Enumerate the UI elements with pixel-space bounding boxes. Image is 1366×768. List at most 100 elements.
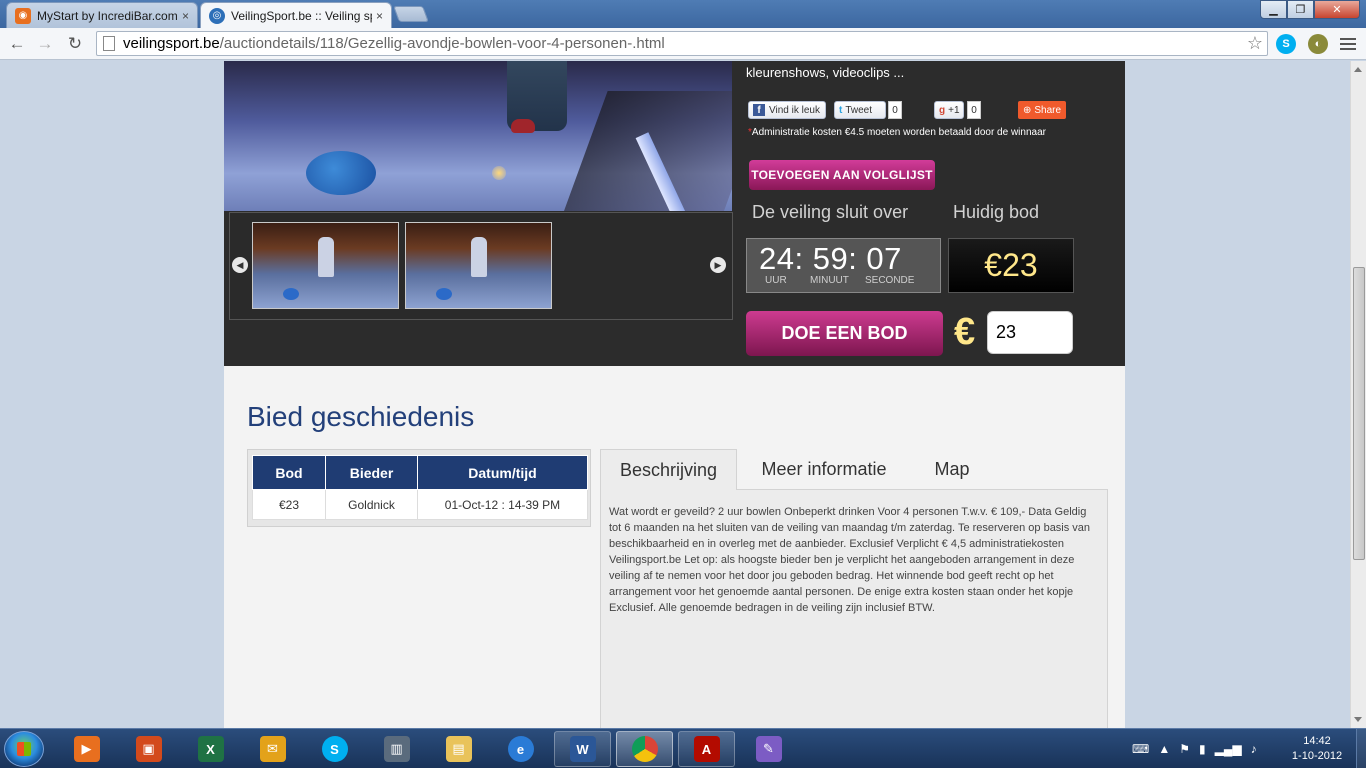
scroll-up-icon[interactable] <box>1354 67 1362 72</box>
tweet-button[interactable]: t Tweet <box>834 101 886 119</box>
thumbnail-image[interactable] <box>405 222 552 309</box>
main-product-photo <box>224 61 732 211</box>
countdown-digits: 24: 59: 07 <box>759 241 902 276</box>
facebook-like-label: Vind ik leuk <box>769 104 820 116</box>
tab-meer-informatie[interactable]: Meer informatie <box>740 449 908 490</box>
gplus-button[interactable]: g +1 <box>934 101 964 119</box>
system-clock[interactable]: 14:42 1-10-2012 <box>1284 734 1350 764</box>
bookmark-star-icon[interactable]: ☆ <box>1247 33 1263 54</box>
table-row: €23 Goldnick 01-Oct-12 : 14-39 PM <box>252 489 588 520</box>
admin-note-text: Administratie kosten €4.5 moeten worden … <box>751 127 1046 138</box>
device-icon[interactable]: ▮ <box>1199 742 1206 756</box>
acrobat-icon[interactable]: A <box>678 731 735 767</box>
keyboard-icon[interactable]: ⌨ <box>1132 742 1149 756</box>
thumb-prev-icon[interactable]: ◀ <box>232 257 248 273</box>
table-cell-datetime: 01-Oct-12 : 14-39 PM <box>417 489 588 520</box>
media-player-icon[interactable]: ▶ <box>58 731 115 767</box>
description-snippet: kleurenshows, videoclips ... <box>746 65 905 80</box>
admin-fee-note: *Administratie kosten €4.5 moeten worden… <box>748 127 1046 138</box>
tweet-count: 0 <box>888 101 902 119</box>
column-header: Datum/tijd <box>417 455 588 490</box>
close-window-button[interactable]: ✕ <box>1314 0 1360 19</box>
app-icon[interactable]: ▥ <box>368 731 425 767</box>
bid-amount-input[interactable] <box>987 311 1073 354</box>
url-path: /auctiondetails/118/Gezellig-avondje-bow… <box>219 35 665 52</box>
facebook-icon: f <box>753 104 765 116</box>
close-icon[interactable]: × <box>376 9 383 23</box>
wrench-menu-icon[interactable] <box>1338 34 1358 54</box>
extension-icon[interactable]: ◐ <box>1308 34 1328 54</box>
show-desktop-button[interactable] <box>1356 729 1366 768</box>
outlook-icon[interactable]: ✉ <box>244 731 301 767</box>
thumb-next-icon[interactable]: ▶ <box>710 257 726 273</box>
social-buttons: f Vind ik leuk t Tweet 0 g +1 0 ⊕ Share <box>748 101 1068 121</box>
network-signal-icon[interactable]: ▂▄▆ <box>1215 742 1242 756</box>
skype-icon[interactable]: S <box>306 731 363 767</box>
volume-icon[interactable]: ♪ <box>1251 742 1257 756</box>
clock-time: 14:42 <box>1303 735 1331 747</box>
show-hidden-icons-icon[interactable]: ▲ <box>1158 742 1170 756</box>
page-viewport: ◀ ▶ kleurenshows, videoclips ... f Vind … <box>0 61 1350 728</box>
system-tray: ⌨ ▲ ⚑ ▮ ▂▄▆ ♪ <box>1132 729 1257 768</box>
scroll-down-icon[interactable] <box>1354 717 1362 722</box>
euro-icon: € <box>954 311 976 353</box>
gplus-count: 0 <box>967 101 981 119</box>
place-bid-button[interactable]: DOE EEN BOD <box>746 311 943 356</box>
unit-seconds: SECONDE <box>865 275 915 286</box>
gplus-label: +1 <box>948 104 960 116</box>
unit-minutes: MINUUT <box>810 275 849 286</box>
twitter-icon: t <box>839 104 843 116</box>
veilingsport-icon: ◎ <box>209 7 225 24</box>
bid-history-title: Bied geschiedenis <box>247 401 475 432</box>
browser-toolbar: ← → ↻ veilingsport.be/auctiondetails/118… <box>0 28 1366 60</box>
tab-veilingsport[interactable]: ◎ VeilingSport.be :: Veiling sp × <box>200 2 392 28</box>
excel-icon[interactable]: X <box>182 731 239 767</box>
tab-title: VeilingSport.be :: Veiling sp <box>231 8 372 23</box>
current-bid-value: €23 <box>948 238 1074 293</box>
thumbnail-image[interactable] <box>252 222 399 309</box>
chrome-icon[interactable] <box>616 731 673 767</box>
paint-icon[interactable]: ✎ <box>740 731 797 767</box>
tab-mystart[interactable]: ◉ MyStart by IncrediBar.com × <box>6 2 198 28</box>
table-cell-bidder: Goldnick <box>325 489 418 520</box>
minimize-button[interactable]: ▁ <box>1260 0 1287 19</box>
clock-date: 1-10-2012 <box>1291 750 1343 762</box>
table-cell-bid: €23 <box>252 489 326 520</box>
share-button[interactable]: ⊕ Share <box>1018 101 1067 119</box>
address-bar[interactable]: veilingsport.be/auctiondetails/118/Gezel… <box>96 31 1268 56</box>
maximize-button[interactable]: ❐ <box>1287 0 1314 19</box>
internet-explorer-icon[interactable]: e <box>492 731 549 767</box>
page-icon <box>103 36 115 51</box>
column-header: Bod <box>252 455 326 490</box>
scroll-thumb[interactable] <box>1353 267 1365 560</box>
tab-map[interactable]: Map <box>912 449 992 490</box>
explorer-folder-icon[interactable]: ▤ <box>430 731 487 767</box>
skype-extension-icon[interactable]: S <box>1276 34 1296 54</box>
share-icon: ⊕ <box>1023 104 1032 116</box>
close-icon[interactable]: × <box>182 9 189 23</box>
tab-beschrijving[interactable]: Beschrijving <box>600 449 737 490</box>
add-to-watchlist-button[interactable]: TOEVOEGEN AAN VOLGLIJST <box>749 160 935 190</box>
back-button[interactable]: ← <box>5 32 29 56</box>
unit-hours: UUR <box>765 275 787 286</box>
forward-button[interactable]: → <box>33 32 57 56</box>
share-label: Share <box>1034 104 1062 116</box>
word-icon[interactable]: W <box>554 731 611 767</box>
auction-panel: ◀ ▶ kleurenshows, videoclips ... f Vind … <box>224 61 1125 366</box>
app-icon[interactable]: ▣ <box>120 731 177 767</box>
tweet-label: Tweet <box>845 104 873 116</box>
facebook-like-button[interactable]: f Vind ik leuk <box>748 101 826 119</box>
vertical-scrollbar[interactable] <box>1350 61 1366 728</box>
reload-button[interactable]: ↻ <box>63 32 87 56</box>
column-header: Bieder <box>325 455 418 490</box>
thumbnail-strip: ◀ ▶ <box>229 212 733 320</box>
bid-history-table: Bod Bieder Datum/tijd €23 Goldnick 01-Oc… <box>252 455 588 520</box>
incredibar-icon: ◉ <box>15 7 31 24</box>
url-host: veilingsport.be <box>123 35 220 52</box>
action-center-flag-icon[interactable]: ⚑ <box>1179 742 1190 756</box>
tab-title: MyStart by IncrediBar.com <box>37 8 178 23</box>
new-tab-button[interactable] <box>393 6 429 22</box>
countdown-timer: 24: 59: 07 UUR MINUUT SECONDE <box>746 238 941 293</box>
start-button[interactable] <box>4 731 44 767</box>
browser-titlebar: ◉ MyStart by IncrediBar.com × ◎ VeilingS… <box>0 0 1366 28</box>
